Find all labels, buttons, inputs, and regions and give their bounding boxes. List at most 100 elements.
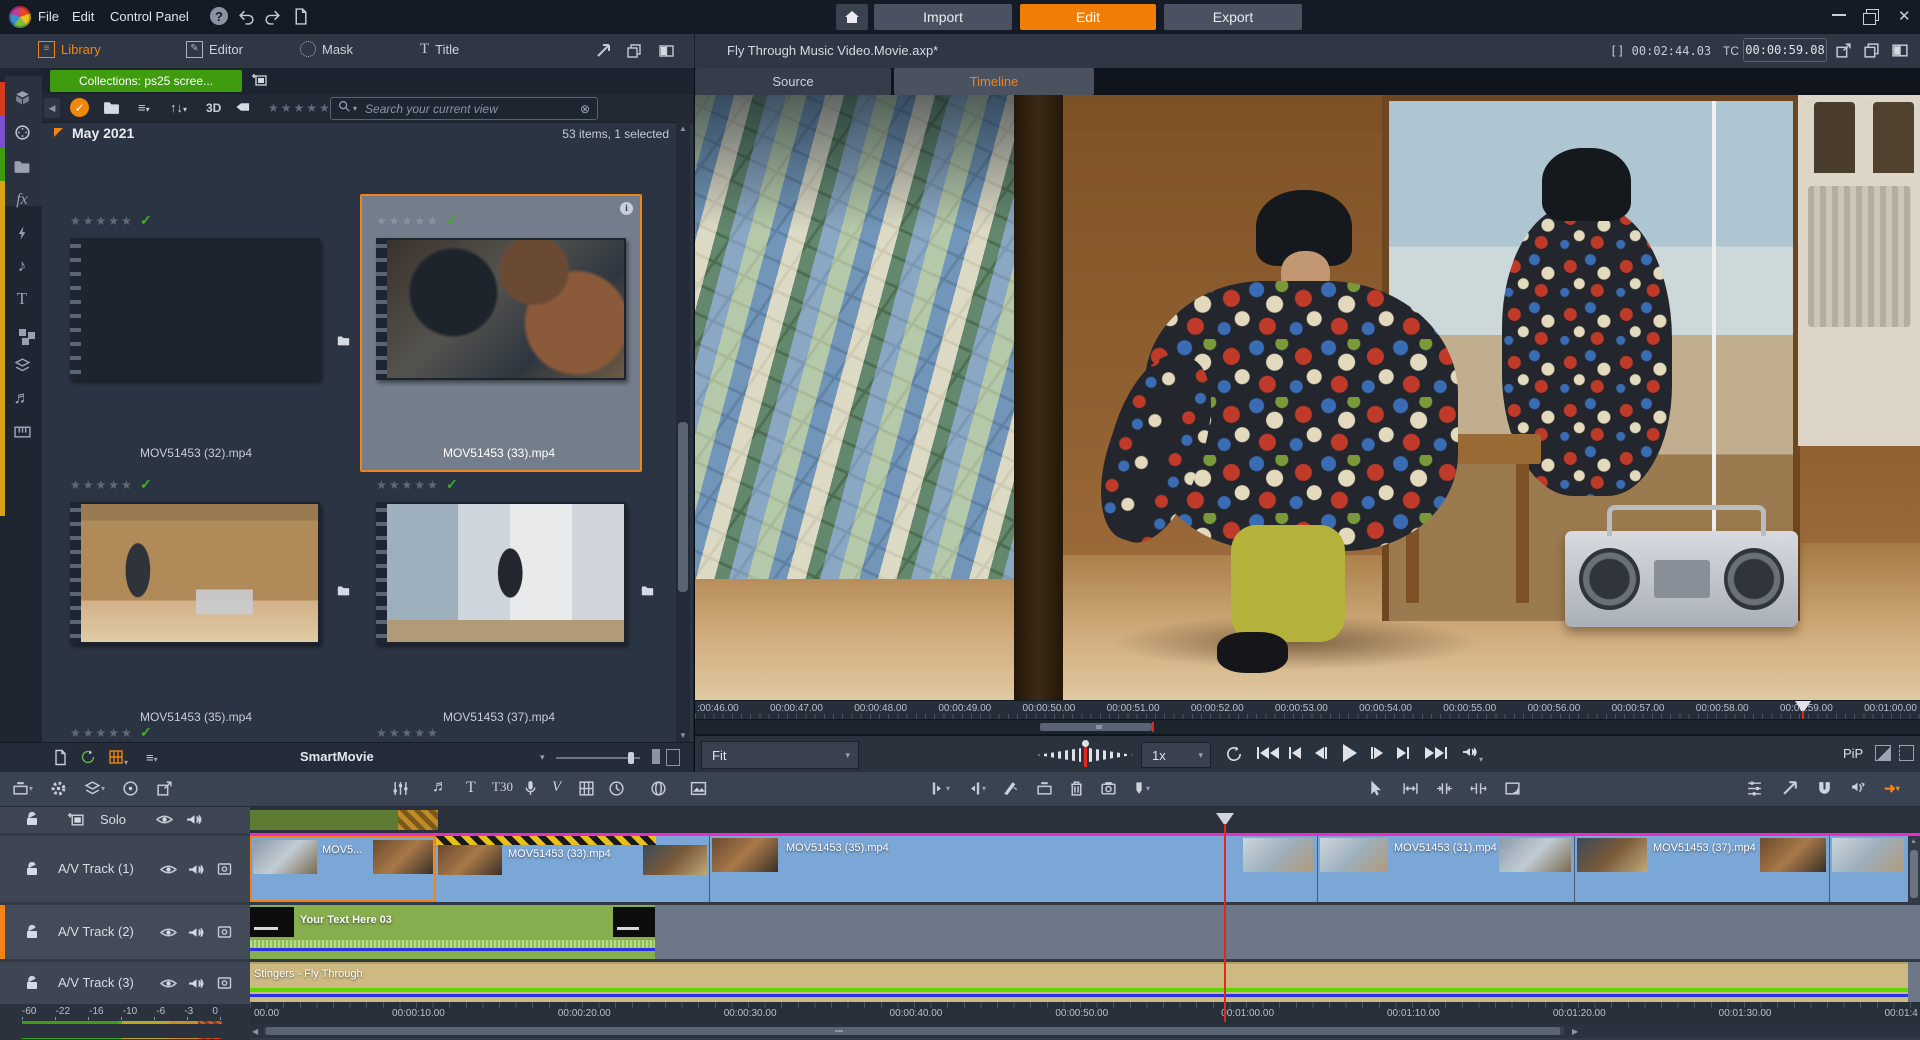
tracks-scrollbar-thumb[interactable] [1910,850,1918,898]
clip[interactable]: MOV51453 (33).mp4 [436,836,710,902]
music-icon[interactable]: ♪ [8,254,36,278]
timeline-ruler[interactable]: 00.00 00:00:10.00 00:00:20.00 00:00:30.0… [250,1002,1920,1024]
track-2-label[interactable]: A/V Track (2) [58,924,134,939]
collection-badge-icon[interactable] [336,584,351,602]
zoom-slider-thumb[interactable] [628,752,634,764]
smart-insert-icon[interactable]: ➜▾ [1884,780,1900,797]
select-tool-icon[interactable] [1366,779,1383,797]
title-clip[interactable]: Your Text Here 03 [250,905,655,959]
next-clip-button[interactable] [1397,747,1409,759]
mark-in-icon[interactable]: ▾ [930,780,950,797]
clip[interactable]: MOV51453 (37).mp4 [1575,836,1830,902]
item-name[interactable]: MOV51453 (33).mp4 [360,446,638,460]
preview-scrollbar[interactable] [695,720,1920,734]
dual-preview-icon[interactable] [1891,42,1909,64]
overwrite-icon[interactable] [1036,780,1053,797]
layers-icon[interactable] [8,353,36,377]
snapshot-icon[interactable] [1100,780,1117,797]
checkmark-filter-icon[interactable]: ✓ [70,98,89,117]
timeline-scrollbar-right-arrow[interactable]: ▶ [1572,1027,1578,1036]
keyframe-icon[interactable]: V [552,779,561,796]
sort-icon[interactable]: ↑↓▾ [170,100,187,115]
item-check-icon[interactable]: ✓ [446,212,458,229]
subtitle-create-icon[interactable]: T30 [492,779,513,795]
tab-editor[interactable]: ✎ Editor [186,41,243,58]
disc-burn-icon[interactable] [122,780,139,797]
go-to-end-button[interactable] [1425,747,1447,759]
export-mode-button[interactable]: Export [1164,4,1302,30]
audio-ducking-icon[interactable] [1850,780,1867,797]
delete-icon[interactable] [1068,780,1085,797]
all-tracks-eye-icon[interactable] [156,812,173,832]
clip[interactable]: MOV51453 (35).mp4 [710,836,1318,902]
library-scrollbar[interactable]: ▲ ▼ [676,122,690,742]
edit-mode-button[interactable]: Edit [1020,4,1156,30]
go-to-start-button[interactable] [1257,747,1279,759]
effects-icon[interactable]: fx [8,188,36,212]
detach-footer-icon[interactable] [666,749,680,766]
item-check-icon[interactable]: ✓ [140,724,152,741]
track-1-eye-icon[interactable] [160,862,177,882]
transitions-icon[interactable] [8,221,36,245]
frame-back-button[interactable] [1315,747,1327,759]
preview-scrollbar-thumb[interactable] [1040,723,1152,731]
title-create-icon[interactable]: T [466,779,476,797]
search-clear-icon[interactable]: ⊗ [580,102,590,116]
track-2-audio-icon[interactable] [188,925,205,945]
track-2-header[interactable]: A/V Track (2) [5,905,250,959]
audio-clip[interactable]: Stingers - Fly Through [250,962,1908,1004]
thumbnail-view-icon[interactable]: ▾ [108,749,128,770]
gear-icon[interactable] [50,780,67,797]
previous-clip-button[interactable] [1289,747,1301,759]
search-scope-caret[interactable]: ▾ [353,104,357,113]
item-check-icon[interactable]: ✓ [140,212,152,229]
speed-icon[interactable] [608,780,625,797]
timeline-scrollbar-thumb[interactable] [266,1027,1560,1035]
thumbnail-zoom-slider[interactable] [556,757,640,759]
view-mode-icon[interactable]: ≡▾ [138,100,150,115]
item-rating-stars[interactable]: ★★★★★ [70,214,134,228]
library-scrollbar-up-arrow[interactable]: ▲ [679,124,687,133]
navigator-range-bar[interactable] [250,810,398,830]
library-item[interactable]: ★★★★★ ✓ MOV51453 (32).mp4 [56,194,336,468]
menu-edit[interactable]: Edit [72,9,94,24]
timeline-playhead-line[interactable] [1224,824,1226,1022]
rating-filter-stars[interactable]: ★★★★★ [268,101,332,115]
scene-detect-icon[interactable] [52,749,68,771]
voiceover-icon[interactable] [522,780,539,797]
audio-mixer-icon[interactable] [392,780,409,797]
tab-title[interactable]: T Title [420,41,459,58]
track-3-eye-icon[interactable] [160,976,177,996]
track-1-lock-icon[interactable] [24,861,40,882]
expand-footer-icon[interactable] [652,749,660,764]
collection-badge-icon[interactable] [640,584,655,602]
send-to-timeline-icon[interactable] [596,43,612,64]
track-1-audio-icon[interactable] [188,862,205,882]
item-thumbnail[interactable] [376,238,626,380]
track-layers-icon[interactable]: ▾ [84,780,105,797]
keyboard-icon[interactable] [8,419,36,443]
razor-split-icon[interactable] [1002,780,1019,797]
clip[interactable] [1830,836,1908,902]
3d-sphere-icon[interactable] [650,780,667,797]
projects-icon[interactable] [8,120,36,144]
search-box[interactable]: ▾ Search your current view ⊗ [330,97,598,120]
clip[interactable]: MOV51453 (31).mp4 [1318,836,1575,902]
stretch-tool-icon[interactable] [1470,780,1487,797]
multicam-icon[interactable] [578,780,595,797]
item-rating-stars[interactable]: ★★★★★ [70,726,134,740]
track-1-header[interactable]: A/V Track (1) [0,836,250,902]
new-project-icon[interactable] [292,8,309,30]
library-item-selected[interactable]: ★★★★★ ✓ MOV51453 (33).mp4 [360,194,638,468]
menu-file[interactable]: File [38,9,59,24]
undock-player-icon[interactable] [1899,745,1914,761]
zoom-caret[interactable]: ▾ [540,752,545,763]
library-item[interactable]: ★★★★★ ✓ MOV51453 (35).mp4 [56,468,336,742]
group-header[interactable]: May 2021 53 items, 1 selected [42,122,693,146]
item-name[interactable]: MOV51453 (32).mp4 [56,446,336,460]
details-view-icon[interactable]: ≡▾ [146,750,158,765]
home-button[interactable] [836,4,868,30]
library-scrollbar-thumb[interactable] [678,422,688,592]
item-rating-stars[interactable]: ★★★★★ [376,726,440,740]
pip-swap-icon[interactable] [1875,745,1891,761]
